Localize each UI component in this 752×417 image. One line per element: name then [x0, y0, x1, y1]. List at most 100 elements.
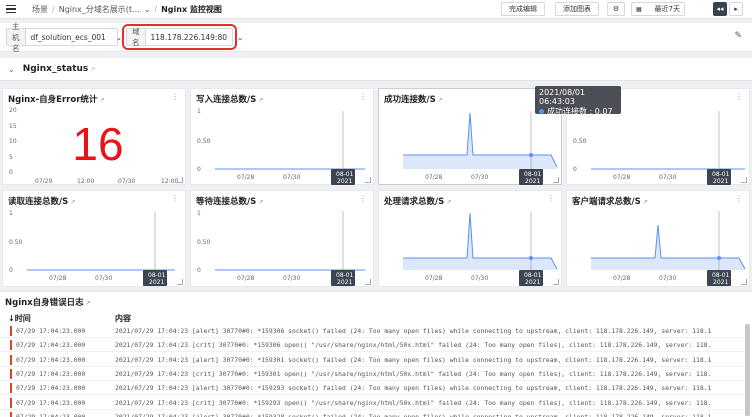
- crosshair-date: 08-01: [524, 171, 542, 178]
- panel-handled-req: 处理请求总数/S ↗ ⋮ 07/28 07/30 08-01 2021: [378, 190, 562, 287]
- resize-handle[interactable]: [365, 279, 371, 285]
- menu-icon[interactable]: [6, 1, 22, 17]
- external-link-icon[interactable]: ↗: [643, 199, 648, 206]
- group-header[interactable]: ⌄ Nginx_status ↗: [0, 58, 752, 81]
- external-link-icon[interactable]: ↗: [70, 199, 75, 206]
- x-tick: 07/28: [613, 275, 630, 282]
- external-link-icon[interactable]: ↗: [258, 97, 263, 104]
- log-level-indicator: [10, 354, 12, 365]
- settings-gear-icon[interactable]: ⚙: [607, 2, 625, 16]
- calendar-icon: ▦: [636, 5, 642, 13]
- panel-title: 读取连接总数/S ↗: [8, 197, 76, 207]
- log-time: 07/29 17:04:23.000: [16, 384, 86, 393]
- log-row[interactable]: 07/29 17:04:23.000 2021/07/29 17:04:23 [c…: [0, 338, 744, 353]
- more-icon[interactable]: ⋮: [171, 92, 179, 101]
- log-message: 2021/07/29 17:04:23 [crit] 30770#0: *159…: [115, 398, 712, 407]
- x-tick: 07/28: [237, 275, 254, 282]
- log-level-indicator: [10, 340, 12, 351]
- crosshair-year: 2021: [713, 178, 728, 185]
- chevron-down-icon[interactable]: ⌄: [8, 65, 15, 74]
- panel-title: 写入连接总数/S ↗: [196, 95, 264, 105]
- log-message: 2021/07/29 17:04:23 [alert] 30770#0: *15…: [115, 327, 712, 335]
- more-icon[interactable]: ⋮: [547, 194, 555, 203]
- y-tick: 1: [197, 210, 201, 217]
- resize-handle[interactable]: [741, 279, 747, 285]
- log-level-indicator: [10, 397, 12, 408]
- domain-filter[interactable]: 域名 118.178.226.149:80 ⌄: [122, 24, 243, 50]
- edit-pencil-icon[interactable]: ✎: [734, 31, 742, 41]
- more-icon[interactable]: ⋮: [359, 194, 367, 203]
- error-count-value: 16: [72, 118, 124, 170]
- resize-handle[interactable]: [177, 177, 183, 183]
- finish-edit-button[interactable]: 完成编辑: [501, 2, 545, 16]
- log-message: 2021/07/29 17:04:23 [crit] 30770#0: *159…: [115, 341, 712, 350]
- external-link-icon[interactable]: ↗: [258, 199, 263, 206]
- y-tick: 0: [9, 267, 13, 274]
- log-row[interactable]: 07/29 17:04:23.000 2021/07/29 17:04:23 [c…: [0, 367, 744, 381]
- log-row[interactable]: 07/29 17:04:23.000 2021/07/29 17:04:23 [c…: [0, 396, 744, 410]
- x-tick: 07/30: [283, 275, 300, 282]
- log-scrollbar[interactable]: [745, 324, 750, 416]
- log-level-indicator: [10, 411, 12, 417]
- external-link-icon[interactable]: ↗: [90, 66, 95, 73]
- y-tick: 0: [573, 166, 577, 173]
- crosshair-date: 08-01: [712, 171, 730, 178]
- resize-handle[interactable]: [553, 177, 559, 183]
- breadcrumb-separator: /: [154, 4, 158, 14]
- top-bar: 场景 / Nginx_分域名展示(t... ⌄ / Nginx 监控视图 完成编…: [0, 0, 752, 19]
- column-header-content: 内容: [115, 314, 131, 323]
- time-range-select[interactable]: ▦ 最近7天: [631, 2, 685, 16]
- x-tick: 07/30: [659, 174, 676, 181]
- host-filter-value: df_solution_ecs_001: [30, 32, 106, 42]
- log-row[interactable]: 07/29 17:04:23.000 2021/07/29 17:04:23 [a…: [0, 410, 744, 417]
- log-row[interactable]: 07/29 17:04:23.000 2021/07/29 17:04:23 [a…: [0, 381, 744, 396]
- series-area: [403, 113, 557, 169]
- crosshair-year: 2021: [337, 178, 352, 185]
- y-tick: 20: [9, 107, 17, 114]
- log-table-header: ↓时间 内容: [0, 310, 740, 324]
- log-level-indicator: [10, 326, 12, 336]
- breadcrumb-root[interactable]: 场景: [32, 4, 48, 15]
- breadcrumb: 场景 / Nginx_分域名展示(t... ⌄ / Nginx 监控视图: [32, 4, 222, 15]
- breadcrumb-parent[interactable]: Nginx_分域名展示(t...: [59, 4, 140, 15]
- more-icon[interactable]: ⋮: [735, 194, 743, 203]
- more-icon[interactable]: ⋮: [735, 92, 743, 101]
- tooltip-series: 成功连接数 : 0.07: [539, 106, 617, 117]
- panel-error-log: Nginx自身错误日志 ↗ ↓时间 内容 07/29 17:04:23.000 20…: [0, 291, 752, 417]
- resize-handle[interactable]: [177, 279, 183, 285]
- series-area: [403, 213, 557, 270]
- log-time: 07/29 17:04:23.000: [16, 341, 86, 350]
- panel-read-conn: 读取连接总数/S ↗ ⋮ 1 0.50 0 07/28 07/30 08-01 2…: [2, 190, 186, 287]
- panel-title: 处理请求总数/S ↗: [384, 197, 452, 207]
- x-tick: 07/30: [118, 178, 135, 185]
- y-tick: 1: [197, 108, 201, 115]
- x-tick: 07/30: [471, 275, 488, 282]
- log-row[interactable]: 07/29 17:04:23.000 2021/07/29 17:04:23 [a…: [0, 324, 744, 338]
- more-icon[interactable]: ⋮: [359, 92, 367, 101]
- log-time: 07/29 17:04:23.000: [16, 398, 86, 407]
- tooltip-value: 0.07: [594, 107, 613, 116]
- external-link-icon[interactable]: ↗: [86, 300, 91, 307]
- column-header-time[interactable]: ↓时间: [8, 313, 31, 324]
- panel-title: Nginx-自身Error统计 ↗: [8, 95, 105, 105]
- x-tick: 07/28: [613, 174, 630, 181]
- host-filter[interactable]: 主机名 df_solution_ecs_001 ⌄: [6, 22, 122, 53]
- rewind-icon[interactable]: ◂◂: [713, 2, 727, 16]
- chevron-down-icon: ⌄: [236, 32, 244, 42]
- external-link-icon[interactable]: ↗: [438, 97, 443, 104]
- more-icon[interactable]: ⋮: [171, 194, 179, 203]
- y-tick: 10: [9, 138, 17, 145]
- resize-handle[interactable]: [741, 177, 747, 183]
- time-range-value: 最近7天: [654, 5, 680, 13]
- external-link-icon[interactable]: ↗: [446, 199, 451, 206]
- log-time: 07/29 17:04:23.000: [16, 412, 86, 417]
- y-tick: 0.50: [197, 239, 211, 246]
- chevron-down-icon[interactable]: ⌄: [144, 5, 151, 14]
- read-conn-chart: 1 0.50 0 07/28 07/30 08-01 2021: [9, 210, 175, 286]
- resize-handle[interactable]: [365, 177, 371, 183]
- external-link-icon[interactable]: ↗: [99, 97, 104, 104]
- log-row[interactable]: 07/29 17:04:23.000 2021/07/29 17:04:23 [a…: [0, 353, 744, 367]
- forward-icon[interactable]: ▸: [729, 2, 743, 16]
- resize-handle[interactable]: [553, 279, 559, 285]
- add-chart-button[interactable]: 添加图表: [555, 2, 599, 16]
